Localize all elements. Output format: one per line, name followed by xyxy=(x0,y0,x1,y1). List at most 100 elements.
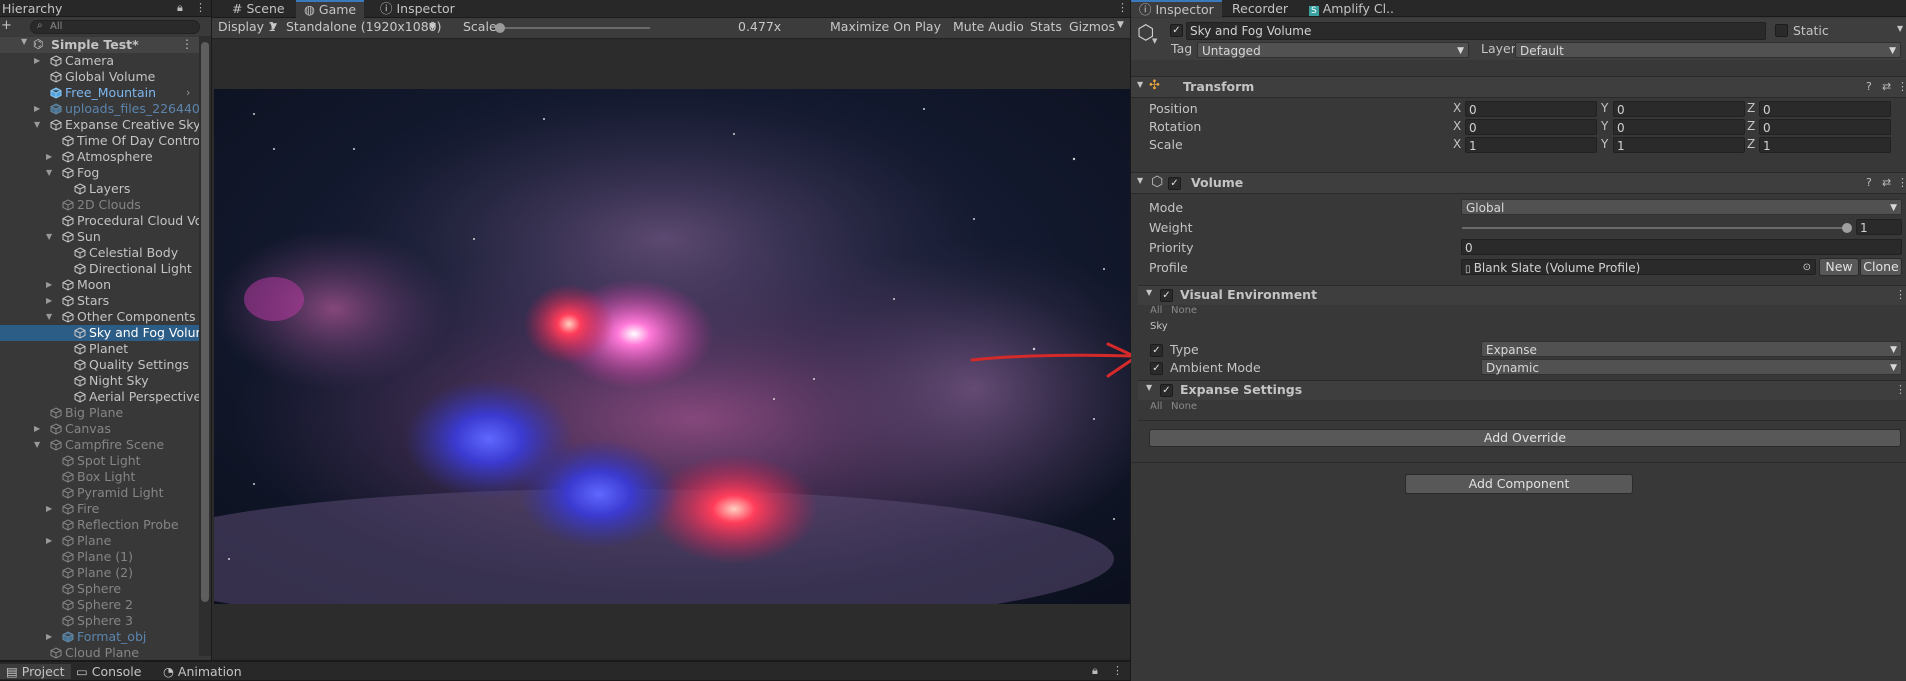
hierarchy-item[interactable]: Time Of Day Controlle xyxy=(0,133,211,149)
kebab-menu-icon[interactable]: ⋮ xyxy=(1117,1,1128,14)
visual-environment-header[interactable]: ▼ ✓ Visual Environment ⋮ xyxy=(1138,285,1906,305)
sky-type-dropdown[interactable]: Expanse ▼ xyxy=(1481,341,1902,357)
expand-arrow-icon[interactable]: ▶ xyxy=(34,101,40,117)
collapse-arrow-icon[interactable]: ▼ xyxy=(21,37,27,46)
kebab-menu-icon[interactable]: ⋮ xyxy=(195,1,206,14)
expand-arrow-icon[interactable]: ▶ xyxy=(46,149,52,165)
collapse-arrow-icon[interactable]: ▼ xyxy=(34,117,40,133)
collapse-arrow-icon[interactable]: ▼ xyxy=(46,309,52,325)
hierarchy-item[interactable]: Box Light xyxy=(0,469,200,485)
transform-x-field[interactable]: 0 xyxy=(1465,101,1597,117)
hierarchy-item[interactable]: Sphere xyxy=(0,581,200,597)
collapse-arrow-icon[interactable]: ▼ xyxy=(34,437,40,453)
object-picker-icon[interactable]: ⊙ xyxy=(1803,260,1811,274)
add-icon[interactable]: + xyxy=(1,18,12,33)
axis-label[interactable]: Y xyxy=(1601,137,1608,151)
select-none-link[interactable]: None xyxy=(1171,401,1197,412)
hierarchy-item[interactable]: Big Plane xyxy=(0,405,200,421)
chevron-down-icon[interactable]: ▼ xyxy=(1117,20,1124,30)
scale-slider[interactable] xyxy=(495,23,650,33)
resolution-dropdown[interactable]: Standalone (1920x1080) ▼ xyxy=(282,18,442,36)
mute-audio-toggle[interactable]: Mute Audio xyxy=(949,18,1028,36)
hierarchy-item[interactable]: Quality Settings xyxy=(0,357,200,373)
hierarchy-item[interactable]: Plane (2) xyxy=(0,565,200,581)
help-icon[interactable]: ? xyxy=(1866,80,1872,93)
transform-x-field[interactable]: 1 xyxy=(1465,137,1597,153)
expand-arrow-icon[interactable]: ▶ xyxy=(46,277,52,293)
tag-dropdown[interactable]: Untagged ▼ xyxy=(1197,42,1469,58)
active-checkbox[interactable]: ✓ xyxy=(1170,24,1183,37)
volume-header[interactable]: ▼ ⬡ ✓ Volume ? ⇄ ⋮ xyxy=(1131,172,1906,194)
hierarchy-item[interactable]: Free_Mountain › xyxy=(0,85,200,101)
expand-arrow-icon[interactable]: ▶ xyxy=(34,53,40,69)
ambient-mode-dropdown[interactable]: Dynamic ▼ xyxy=(1481,359,1902,375)
tab-game[interactable]: ◍ Game xyxy=(296,0,365,18)
tab-inspector[interactable]: ⓘ Inspector xyxy=(1131,0,1222,17)
stats-toggle[interactable]: Stats xyxy=(1026,18,1066,36)
gizmos-toggle[interactable]: Gizmos xyxy=(1065,18,1119,36)
transform-y-field[interactable]: 0 xyxy=(1613,101,1745,117)
axis-label[interactable]: Z xyxy=(1747,119,1755,133)
new-profile-button[interactable]: New xyxy=(1819,258,1859,276)
object-name-field[interactable]: Sky and Fog Volume xyxy=(1186,22,1766,40)
lock-icon[interactable]: 🔒︎ xyxy=(177,1,183,15)
hierarchy-item[interactable]: ▼ Other Components xyxy=(0,309,200,325)
hierarchy-item[interactable]: Plane (1) xyxy=(0,549,200,565)
kebab-menu-icon[interactable]: ⋮ xyxy=(1112,664,1123,677)
transform-z-field[interactable]: 0 xyxy=(1759,101,1891,117)
hierarchy-item[interactable]: ▶ Fire xyxy=(0,501,200,517)
ambient-override-checkbox[interactable]: ✓ xyxy=(1150,362,1163,375)
tab-scene[interactable]: # Scene xyxy=(224,0,293,18)
scrollbar-thumb[interactable] xyxy=(201,42,209,602)
kebab-menu-icon[interactable]: ⋮ xyxy=(1897,176,1906,189)
layer-dropdown[interactable]: Default ▼ xyxy=(1515,42,1901,58)
add-component-button[interactable]: Add Component xyxy=(1405,474,1633,494)
hierarchy-item[interactable]: ▶ Stars xyxy=(0,293,200,309)
collapse-arrow-icon[interactable]: ▼ xyxy=(46,165,52,181)
axis-label[interactable]: X xyxy=(1453,119,1461,133)
transform-x-field[interactable]: 0 xyxy=(1465,119,1597,135)
hierarchy-tab[interactable]: Hierarchy xyxy=(2,1,62,16)
chevron-down-icon[interactable]: ▼ xyxy=(1146,383,1152,392)
volume-enabled-checkbox[interactable]: ✓ xyxy=(1168,177,1181,190)
select-none-link[interactable]: None xyxy=(1171,305,1197,316)
hierarchy-item[interactable]: ▶ Format_obj xyxy=(0,629,200,645)
weight-field[interactable]: 1 xyxy=(1856,219,1902,235)
axis-label[interactable]: Y xyxy=(1601,119,1608,133)
visual-environment-checkbox[interactable]: ✓ xyxy=(1160,289,1173,302)
hierarchy-item[interactable]: ▼ Campfire Scene xyxy=(0,437,200,453)
hierarchy-item[interactable]: ▶ Camera xyxy=(0,53,200,69)
scale-slider-handle[interactable] xyxy=(495,23,505,33)
hierarchy-item[interactable]: 2D Clouds xyxy=(0,197,200,213)
hierarchy-item[interactable]: ▶ Atmosphere xyxy=(0,149,200,165)
preset-icon[interactable]: ⇄ xyxy=(1882,176,1891,189)
chevron-down-icon[interactable]: ▼ xyxy=(1137,80,1143,89)
tab-inspector[interactable]: ⓘ Inspector xyxy=(372,0,463,18)
maximize-on-play-toggle[interactable]: Maximize On Play xyxy=(826,18,945,36)
chevron-down-icon[interactable]: ▼ xyxy=(1152,37,1157,45)
hierarchy-item-selected[interactable]: Sky and Fog Volum xyxy=(0,325,208,341)
kebab-menu-icon[interactable]: ⋮ xyxy=(1895,288,1906,301)
hierarchy-item[interactable]: ▶ uploads_files_2264401_ xyxy=(0,101,211,117)
transform-y-field[interactable]: 1 xyxy=(1613,137,1745,153)
hierarchy-item[interactable]: Directional Light xyxy=(0,261,200,277)
hierarchy-item[interactable]: ▶ Moon xyxy=(0,277,200,293)
mode-dropdown[interactable]: Global ▼ xyxy=(1461,199,1902,215)
kebab-menu-icon[interactable]: ⋮ xyxy=(1897,80,1906,93)
axis-label[interactable]: Z xyxy=(1747,137,1755,151)
hierarchy-item[interactable]: ▼ Sun xyxy=(0,229,200,245)
hierarchy-item[interactable]: Celestial Body xyxy=(0,245,200,261)
axis-label[interactable]: Y xyxy=(1601,101,1608,115)
hierarchy-item[interactable]: Planet xyxy=(0,341,200,357)
display-dropdown[interactable]: Display 1 ▼ xyxy=(214,18,279,36)
expanse-settings-checkbox[interactable]: ✓ xyxy=(1160,384,1173,397)
hierarchy-item[interactable]: Spot Light xyxy=(0,453,200,469)
expanse-settings-header[interactable]: ▼ ✓ Expanse Settings ⋮ xyxy=(1138,380,1906,400)
hierarchy-item[interactable]: Layers xyxy=(0,181,200,197)
clone-profile-button[interactable]: Clone xyxy=(1860,258,1902,276)
transform-z-field[interactable]: 0 xyxy=(1759,119,1891,135)
project-tab[interactable]: ▤ Project xyxy=(0,664,71,679)
hierarchy-search-input[interactable]: ⌕ All xyxy=(30,20,200,34)
select-all-link[interactable]: All xyxy=(1150,305,1162,316)
hierarchy-item[interactable]: ▶ Plane xyxy=(0,533,200,549)
